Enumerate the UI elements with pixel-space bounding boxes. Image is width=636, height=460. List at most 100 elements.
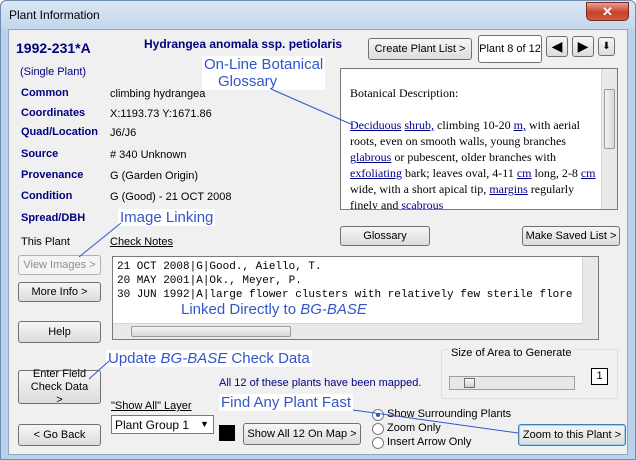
show-all-on-map-button[interactable]: Show All 12 On Map > (243, 423, 361, 445)
plant-name: Hydrangea anomala ssp. petiolaris (144, 37, 343, 51)
description-heading: Botanical Description: (350, 86, 459, 100)
radio-button[interactable] (372, 437, 384, 449)
radio-option-label[interactable]: Zoom Only (387, 422, 441, 434)
arrow-down-icon: ⬇ (602, 41, 611, 52)
description-text-segment: bark; leaves oval, 4-11 (401, 166, 517, 180)
make-saved-list-label: Make Saved List > (525, 229, 617, 242)
check-notes-list[interactable]: 21 OCT 2008|G|Good., Aiello, T. 20 MAY 20… (112, 256, 599, 340)
glossary-term-link[interactable]: exfoliating (350, 166, 402, 180)
plant-counter-text: Plant 8 of 12 (479, 42, 541, 55)
description-text-segment: or pubescent, older branches with (391, 150, 556, 164)
glossary-term-link[interactable]: scabrous (401, 198, 443, 209)
window-title: Plant Information (9, 8, 100, 22)
glossary-term-link[interactable]: margins (489, 182, 527, 196)
description-text-segment: long, 2-8 (531, 166, 581, 180)
coordinates-label: Coordinates (21, 107, 86, 119)
annotation-botanical-glossary: On-Line Botanical Glossary (202, 56, 326, 90)
botanical-description-text: Botanical Description: Deciduous shrub, … (350, 85, 600, 209)
annotation-update-check-data: Update BG-BASE Check Data (106, 350, 312, 367)
glossary-term-link[interactable]: m, (514, 118, 526, 132)
description-scrollbar[interactable] (601, 69, 617, 209)
source-value: # 340 Unknown (110, 149, 187, 161)
size-slider-thumb[interactable] (464, 378, 475, 388)
provenance-value: G (Garden Origin) (110, 170, 199, 182)
check-notes-hscroll-thumb[interactable] (131, 326, 291, 337)
annotation-linked-text: Linked Directly to (181, 301, 301, 318)
glossary-button-label: Glossary (363, 229, 407, 242)
annotation-find-any-plant: Find Any Plant Fast (219, 394, 354, 411)
annotation-update-text: Update (108, 350, 161, 367)
check-notes-label: Check Notes (110, 236, 173, 248)
next-plant-button[interactable]: ▶ (572, 36, 594, 57)
zoom-to-plant-button[interactable]: Zoom to this Plant > (518, 424, 626, 446)
annotation-glossary-line2: Glossary (218, 73, 278, 90)
botanical-description-panel[interactable]: Botanical Description: Deciduous shrub, … (340, 68, 618, 210)
zoom-to-plant-label: Zoom to this Plant > (522, 428, 622, 441)
close-button[interactable]: ✕ (586, 2, 629, 21)
arrow-right-icon: ▶ (577, 38, 589, 54)
client-area: 1992-231*A Hydrangea anomala ssp. petiol… (8, 29, 628, 455)
source-label: Source (21, 148, 59, 160)
size-of-area-slider[interactable] (449, 376, 575, 390)
annotation-update-emphasis: BG-BASE (160, 350, 228, 367)
glossary-button[interactable]: Glossary (340, 226, 430, 246)
help-button[interactable]: Help (18, 321, 101, 343)
glossary-term-link[interactable]: glabrous (350, 150, 391, 164)
show-all-layer-label: "Show All" Layer (111, 400, 192, 412)
check-notes-vscrollbar[interactable] (582, 257, 598, 339)
size-of-area-value: 1 (591, 368, 608, 385)
plant-information-window: Plant Information ✕ 1992-231*A Hydrangea… (0, 0, 636, 460)
annotation-linked-emphasis: BG-BASE (300, 301, 367, 318)
arrow-left-icon: ◀ (551, 38, 563, 54)
more-info-button[interactable]: More Info > (18, 282, 101, 302)
size-of-area-label: Size of Area to Generate (449, 347, 574, 359)
layer-color-swatch[interactable] (219, 425, 235, 441)
dropdown-arrow-icon: ▼ (200, 419, 209, 429)
go-back-button[interactable]: < Go Back (18, 424, 101, 446)
common-label: Common (21, 87, 69, 99)
spread-dbh-label: Spread/DBH (21, 212, 86, 224)
create-plant-list-button[interactable]: Create Plant List > (368, 38, 472, 60)
radio-option-label[interactable]: Show Surrounding Plants (387, 408, 511, 420)
mapped-status-message: All 12 of these plants have been mapped. (219, 377, 422, 389)
glossary-term-link[interactable]: shrub, (404, 118, 434, 132)
glossary-term-link[interactable]: cm (517, 166, 532, 180)
description-body: Deciduous shrub, climbing 10-20 m, with … (350, 117, 600, 209)
this-plant-label: This Plant (21, 236, 70, 248)
annotation-glossary-line1: On-Line Botanical (204, 56, 324, 73)
view-images-button: View Images > (18, 255, 101, 275)
annotation-image-linking: Image Linking (118, 209, 216, 226)
last-plant-button[interactable]: ⬇ (598, 37, 615, 56)
check-notes-hscrollbar[interactable] (113, 323, 583, 339)
radio-button[interactable] (372, 423, 384, 435)
previous-plant-button[interactable]: ◀ (546, 36, 568, 57)
show-all-on-map-label: Show All 12 On Map > (247, 427, 357, 440)
radio-button[interactable] (372, 409, 384, 421)
glossary-term-link[interactable]: Deciduous (350, 118, 401, 132)
make-saved-list-button[interactable]: Make Saved List > (522, 226, 620, 246)
description-text-segment: wide, with a short apical tip, (350, 182, 490, 196)
coordinates-value: X:1193.73 Y:1671.86 (110, 108, 212, 120)
condition-label: Condition (21, 190, 73, 202)
condition-value: G (Good) - 21 OCT 2008 (110, 191, 232, 203)
annotation-linked-bgbase: Linked Directly to BG-BASE (179, 301, 369, 318)
view-images-label: View Images > (23, 258, 96, 271)
glossary-term-link[interactable]: cm (581, 166, 596, 180)
check-note-row[interactable]: 21 OCT 2008|G|Good., Aiello, T. (117, 260, 572, 274)
title-bar[interactable]: Plant Information ✕ (1, 1, 635, 29)
accession-number: 1992-231*A (16, 40, 91, 56)
plant-type: (Single Plant) (20, 66, 87, 78)
radio-option-label[interactable]: Insert Arrow Only (387, 436, 471, 448)
layer-select[interactable]: Plant Group 1 ▼ (111, 415, 214, 434)
more-info-label: More Info > (31, 285, 88, 298)
description-text-segment: climbing 10-20 (434, 118, 514, 132)
plant-counter: Plant 8 of 12 (478, 35, 542, 63)
enter-field-check-label: Enter Field Check Data > (30, 367, 89, 406)
provenance-label: Provenance (21, 169, 84, 181)
check-note-row[interactable]: 30 JUN 1992|A|large flower clusters with… (117, 288, 572, 302)
enter-field-check-data-button[interactable]: Enter Field Check Data > (18, 367, 101, 406)
help-label: Help (48, 325, 71, 338)
description-scroll-thumb[interactable] (604, 89, 615, 149)
check-note-row[interactable]: 20 MAY 2001|A|Ok., Meyer, P. (117, 274, 572, 288)
quad-location-value: J6/J6 (110, 127, 137, 139)
